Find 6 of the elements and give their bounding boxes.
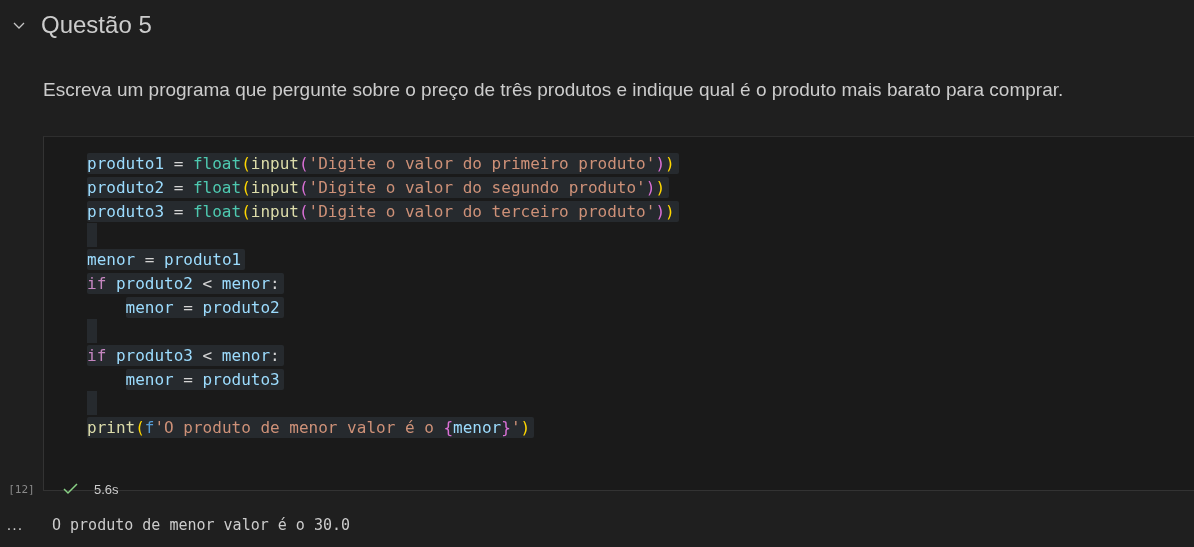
execution-duration: 5.6s [94, 481, 119, 497]
output-menu-button[interactable]: ... [0, 517, 30, 533]
execution-count: [12] [7, 482, 36, 496]
description-text: Escreva um programa que pergunte sobre o preço de três produtos e indique qual é o produto mais barato para comprar. [43, 79, 1065, 101]
section-title: Questão 5 [41, 11, 152, 39]
output-text: O produto de menor valor é o 30.0 [52, 516, 350, 534]
